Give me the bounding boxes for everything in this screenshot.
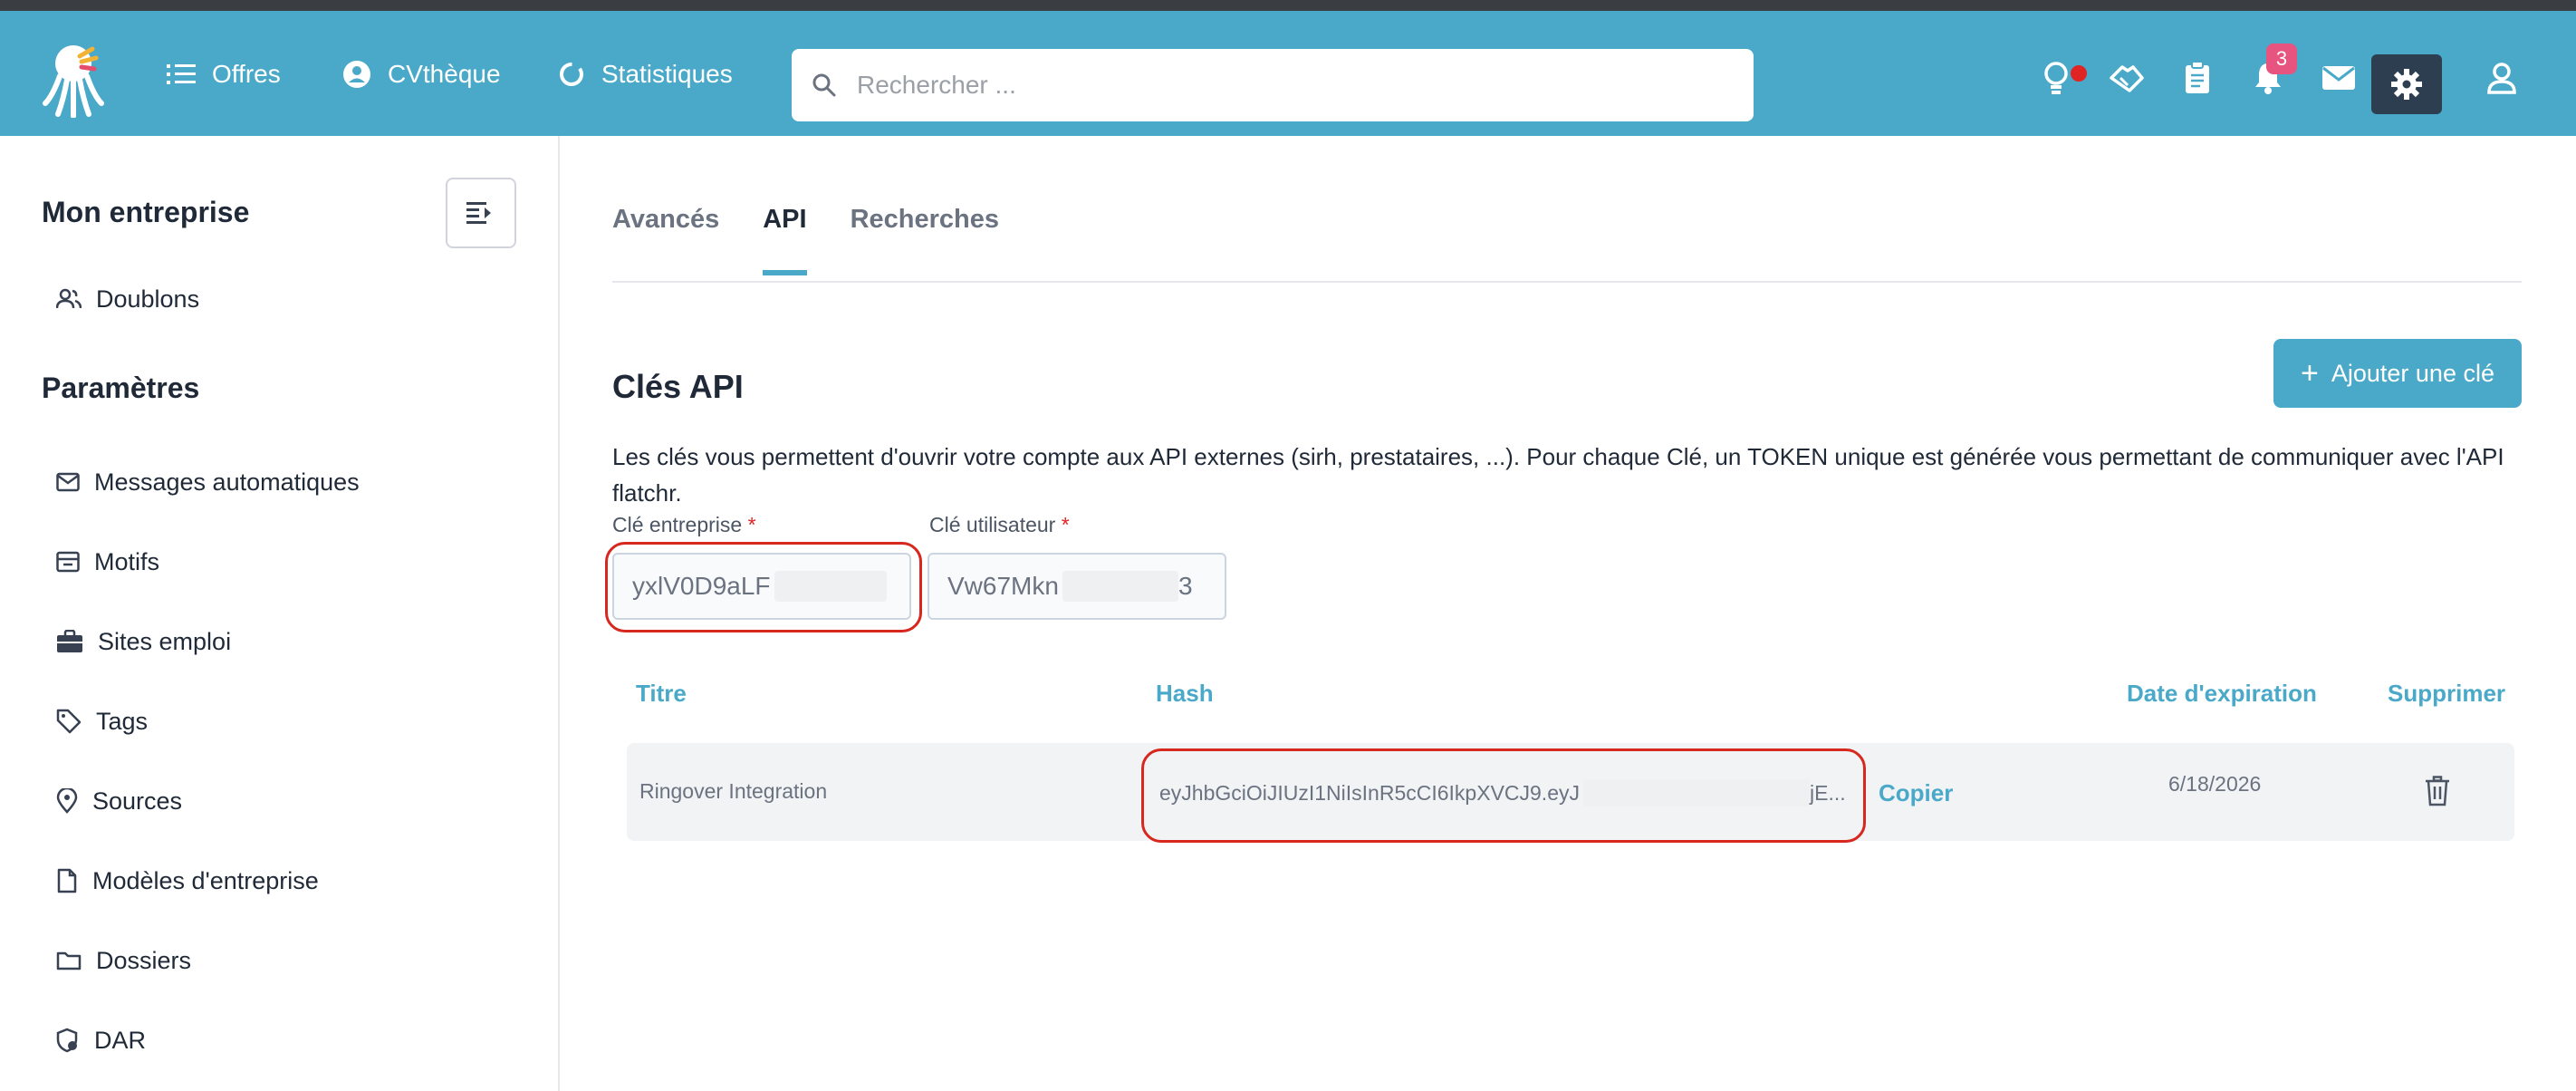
plus-icon: +: [2301, 355, 2319, 391]
settings-tabs: Avancés API Recherches: [612, 205, 1043, 275]
shield-icon: [56, 1028, 78, 1053]
folder-icon: [56, 951, 82, 970]
user-circle-icon: [343, 61, 370, 88]
profile-button[interactable]: [2482, 58, 2522, 98]
tab-api[interactable]: API: [763, 205, 807, 275]
file-icon: [57, 868, 77, 893]
sidebar-item-sources[interactable]: Sources: [56, 781, 182, 821]
column-header-title: Titre: [636, 680, 687, 707]
highlight-company-key: [605, 542, 922, 632]
sidebar-item-label: Motifs: [94, 547, 160, 575]
sidebar-item-label: Doublons: [96, 285, 200, 313]
redacted-mask: [1062, 571, 1178, 602]
copy-hash-link[interactable]: Copier: [1879, 779, 1953, 807]
nav-offres-label: Offres: [212, 60, 281, 88]
top-navigation-bar: Offres CVthèque Statistiques 3: [0, 11, 2576, 136]
sidebar-item-label: Sources: [92, 787, 183, 815]
tabs-divider: [612, 281, 2522, 283]
highlight-hash: [1141, 748, 1866, 843]
sidebar-item-label: Messages automatiques: [94, 468, 360, 496]
sidebar-item-label: Modèles d'entreprise: [92, 866, 319, 894]
collapse-sidebar-button[interactable]: [446, 178, 516, 248]
tag-icon: [56, 709, 82, 734]
window-top-strip: [0, 0, 2576, 11]
user-key-label: Clé utilisateur *: [929, 513, 1070, 537]
notification-badge: 3: [2266, 43, 2297, 74]
list-icon: [167, 64, 196, 84]
nav-statistiques[interactable]: Statistiques: [558, 54, 733, 94]
tab-avances[interactable]: Avancés: [612, 205, 719, 268]
sidebar-section-title: Mon entreprise: [42, 196, 250, 228]
sidebar-item-doublons[interactable]: Doublons: [56, 279, 199, 319]
search-bar[interactable]: [792, 49, 1754, 121]
nav-offres[interactable]: Offres: [167, 54, 281, 94]
user-key-suffix: 3: [1177, 572, 1193, 600]
briefcase-icon: [57, 630, 82, 652]
sidebar-item-sites-emploi[interactable]: Sites emploi: [56, 622, 231, 661]
company-key-label-text: Clé entreprise: [612, 513, 743, 536]
user-icon: [2487, 63, 2516, 94]
sidebar-item-label: Sites emploi: [98, 627, 232, 655]
sidebar-item-label: Tags: [96, 707, 149, 735]
sidebar-item-dar[interactable]: DAR: [56, 1020, 146, 1060]
api-description: Les clés vous permettent d'ouvrir votre …: [612, 443, 2504, 507]
lightbulb-icon: [2044, 62, 2068, 94]
mail-icon: [56, 472, 80, 492]
users-icon: [56, 288, 82, 309]
sidebar-item-tags[interactable]: Tags: [56, 701, 148, 741]
archive-icon: [56, 551, 80, 573]
trash-icon: [2426, 776, 2449, 806]
page-title: Clés API: [612, 368, 744, 405]
sidebar-item-messages-automatiques[interactable]: Messages automatiques: [56, 462, 360, 502]
location-icon: [56, 788, 78, 814]
collapse-icon: [466, 202, 491, 224]
sidebar-item-motifs[interactable]: Motifs: [56, 542, 159, 582]
column-header-delete: Supprimer: [2388, 680, 2506, 707]
settings-button[interactable]: [2371, 54, 2442, 114]
expiration-date-cell: 6/18/2026: [2168, 772, 2262, 796]
handshake-icon: [2110, 65, 2144, 92]
settings-sidebar: Mon entreprise Doublons Paramètres Messa…: [0, 136, 560, 1091]
required-mark: *: [747, 513, 756, 536]
octopus-logo[interactable]: [40, 40, 107, 119]
notification-dot: [2069, 63, 2089, 83]
column-header-expiration: Date d'expiration: [2127, 680, 2317, 707]
partnership-button[interactable]: [2107, 58, 2147, 98]
sidebar-item-modeles-entreprise[interactable]: Modèles d'entreprise: [56, 861, 319, 901]
user-key-value: Vw67Mkn: [947, 572, 1059, 600]
refresh-icon: [560, 63, 583, 86]
clipboard-icon: [2186, 61, 2209, 93]
nav-cvtheque-label: CVthèque: [388, 60, 501, 88]
user-key-label-text: Clé utilisateur: [929, 513, 1056, 536]
sidebar-item-label: Dossiers: [96, 946, 192, 974]
messages-button[interactable]: [2319, 58, 2359, 98]
required-mark: *: [1061, 513, 1070, 536]
column-header-hash: Hash: [1156, 680, 1214, 707]
key-title-cell: Ringover Integration: [639, 779, 828, 803]
user-key-field[interactable]: Vw67Mkn 3: [928, 553, 1226, 620]
nav-statistiques-label: Statistiques: [601, 60, 733, 88]
gear-icon: [2391, 69, 2422, 100]
envelope-icon: [2322, 66, 2355, 90]
tasks-button[interactable]: [2177, 58, 2217, 98]
sidebar-item-label: DAR: [94, 1026, 147, 1054]
sidebar-item-dossiers[interactable]: Dossiers: [56, 941, 191, 980]
search-input[interactable]: [855, 70, 1674, 101]
company-key-label: Clé entreprise *: [612, 513, 756, 537]
add-key-button-label: Ajouter une clé: [2331, 359, 2494, 387]
sidebar-section-title: Paramètres: [42, 372, 200, 404]
add-key-button[interactable]: + Ajouter une clé: [2273, 339, 2522, 408]
tab-recherches[interactable]: Recherches: [851, 205, 999, 268]
search-icon: [812, 73, 836, 97]
delete-key-button[interactable]: [2424, 776, 2451, 806]
nav-cvtheque[interactable]: CVthèque: [342, 54, 501, 94]
